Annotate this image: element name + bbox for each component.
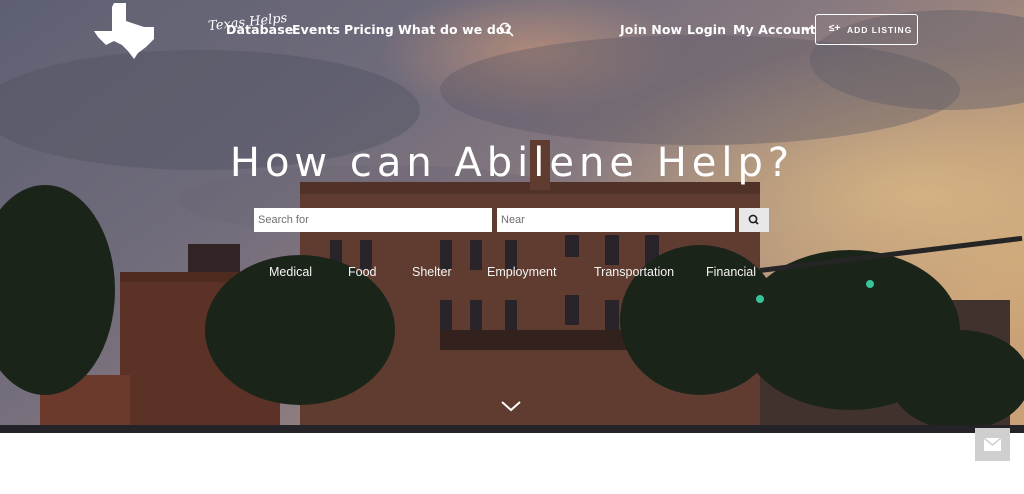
envelope-icon: [984, 438, 1001, 451]
texas-map-icon: [94, 3, 154, 59]
add-listing-label: ADD LISTING: [847, 25, 913, 35]
texas-helps-logo[interactable]: Texas Helps: [92, 1, 288, 59]
near-input[interactable]: [497, 208, 735, 232]
contact-button[interactable]: [975, 428, 1010, 461]
top-navbar: Texas Helps Database Events Pricing What…: [0, 0, 1024, 60]
category-transportation[interactable]: Transportation: [594, 265, 674, 279]
scroll-down-chevron-icon[interactable]: [500, 399, 522, 413]
category-food[interactable]: Food: [348, 265, 377, 279]
hero-section: Texas Helps Database Events Pricing What…: [0, 0, 1024, 433]
category-employment[interactable]: Employment: [487, 265, 556, 279]
nav-link-what-do-we-do[interactable]: What do we do?: [398, 22, 512, 37]
category-medical[interactable]: Medical: [269, 265, 312, 279]
login-link[interactable]: Login: [687, 22, 726, 37]
nav-link-database[interactable]: Database: [226, 22, 293, 37]
nav-link-events[interactable]: Events: [292, 22, 340, 37]
user-plus-icon: ≤+: [829, 23, 841, 34]
join-now-link[interactable]: Join Now: [620, 22, 682, 37]
search-button[interactable]: [739, 208, 769, 232]
add-listing-button[interactable]: ≤+ ADD LISTING: [815, 14, 918, 45]
search-input[interactable]: [254, 208, 492, 232]
hero-headline: How can Abilene Help?: [229, 140, 795, 186]
category-financial[interactable]: Financial: [706, 265, 756, 279]
category-shelter[interactable]: Shelter: [412, 265, 452, 279]
nav-link-pricing[interactable]: Pricing: [344, 22, 394, 37]
search-icon: [748, 214, 759, 225]
search-icon[interactable]: [499, 22, 514, 37]
chevron-down-icon[interactable]: [802, 25, 812, 33]
